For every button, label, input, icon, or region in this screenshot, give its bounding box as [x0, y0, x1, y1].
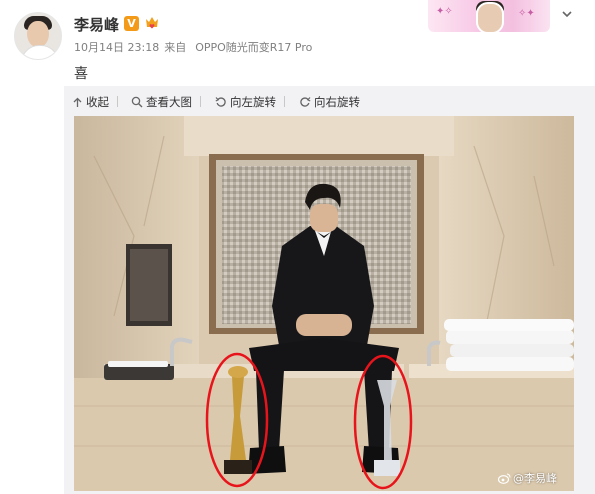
post-source[interactable]: OPPO随光而变R17 Pro [195, 41, 312, 54]
rotate-right-label: 向右旋转 [314, 95, 360, 109]
rotate-left-label: 向左旋转 [230, 95, 276, 109]
photo-scene [74, 116, 574, 491]
toolbar-divider [284, 96, 285, 107]
sparkle-icon: ✦✧ [436, 6, 453, 17]
post-timestamp[interactable]: 10月14日 23:18 [74, 41, 159, 54]
fan-banner[interactable]: ✦✧ ✧✦ [428, 0, 550, 34]
sparkle-icon: ✧✦ [518, 8, 535, 19]
rotate-right-icon [300, 97, 311, 107]
post-meta: 10月14日 23:18 来自 OPPO随光而变R17 Pro [74, 39, 317, 55]
magnifier-icon [131, 96, 143, 108]
rotate-left-icon [215, 97, 226, 107]
photo-watermark: @李易峰 [497, 470, 557, 486]
author-name[interactable]: 李易峰 [74, 14, 119, 35]
weibo-post: 李易峰 V 10月14日 23:18 来自 OPPO随光而变R17 Pro ✦✧ ✧… [0, 0, 595, 494]
avatar-face [27, 21, 49, 47]
verified-v-icon[interactable]: V [124, 16, 139, 31]
watermark-text: @李易峰 [513, 472, 557, 485]
view-large-label: 查看大图 [146, 95, 192, 109]
post-text: 喜 [74, 66, 88, 82]
rotate-right-button[interactable]: 向右旋转 [299, 94, 360, 110]
banner-face [476, 2, 504, 34]
source-prefix: 来自 [164, 41, 187, 54]
toolbar-divider [200, 96, 201, 107]
crown-heart-icon[interactable] [144, 15, 160, 31]
collapse-button[interactable]: 收起 [72, 94, 118, 110]
collapse-label: 收起 [86, 95, 109, 109]
avatar-shirt [21, 45, 59, 59]
view-large-button[interactable]: 查看大图 [131, 94, 201, 110]
rotate-left-button[interactable]: 向左旋转 [215, 94, 285, 110]
arrow-up-icon [73, 97, 82, 107]
chevron-down-icon[interactable] [561, 8, 573, 20]
avatar[interactable] [14, 12, 62, 60]
weibo-logo-icon [497, 473, 511, 484]
post-photo[interactable] [74, 116, 574, 491]
toolbar-divider [117, 96, 118, 107]
